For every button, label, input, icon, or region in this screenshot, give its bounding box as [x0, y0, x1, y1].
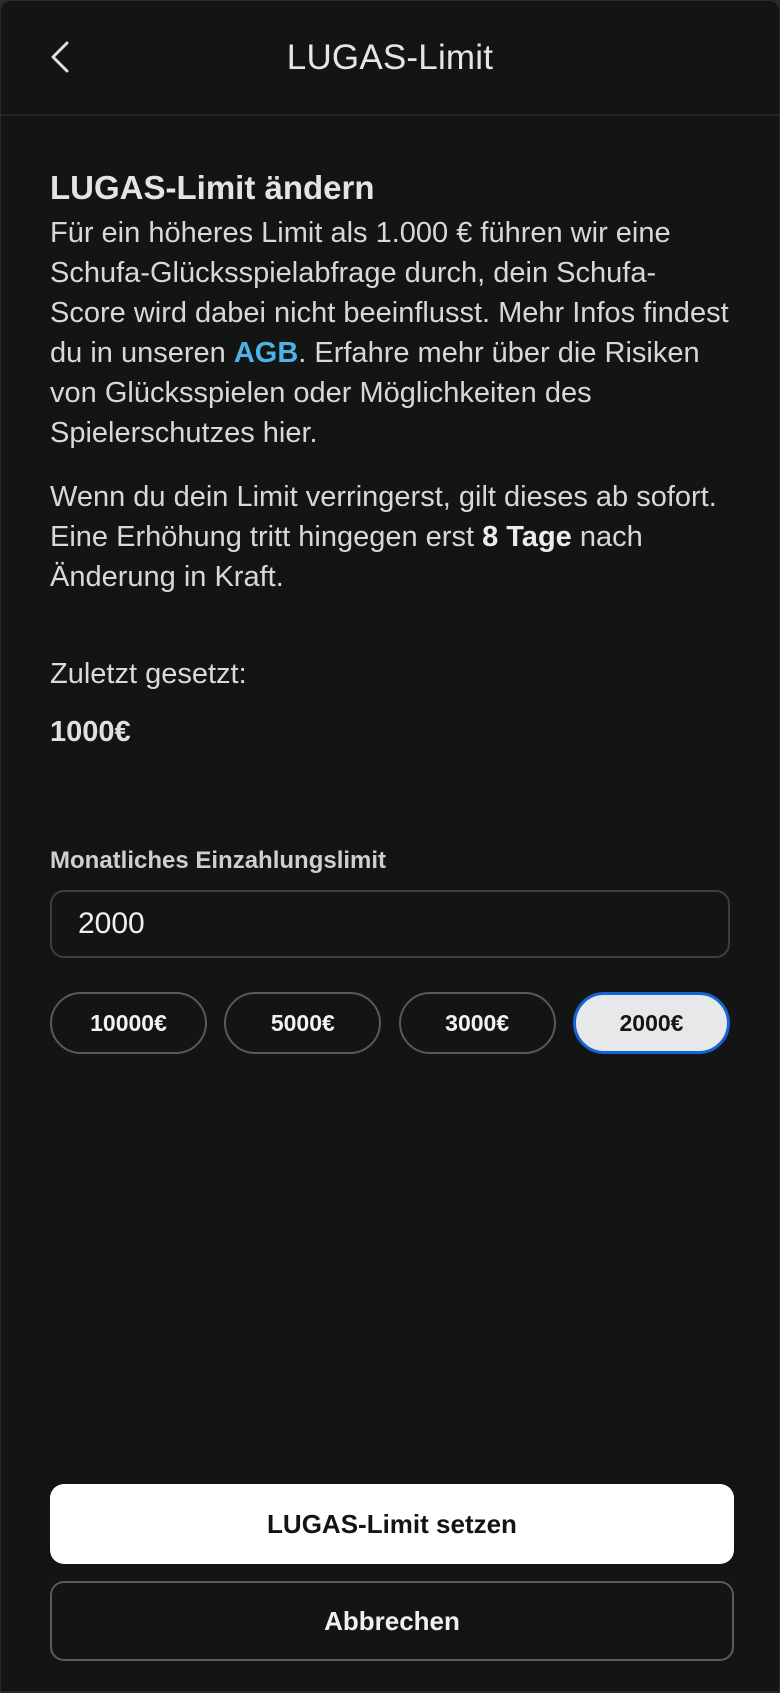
limit-option-5000[interactable]: 5000€	[224, 992, 382, 1054]
last-set-value: 1000€	[50, 716, 131, 748]
limit-option-10000[interactable]: 10000€	[50, 992, 207, 1054]
chevron-left-icon	[51, 41, 69, 73]
content: LUGAS-Limit ändern Für ein höheres Limit…	[1, 168, 779, 1054]
info-bold-text: 8 Tage	[482, 521, 572, 553]
page-title: LUGAS-Limit	[286, 37, 494, 77]
agb-link[interactable]: AGB	[234, 337, 298, 369]
limit-option-3000[interactable]: 3000€	[398, 992, 556, 1054]
header: LUGAS-Limit	[1, 1, 779, 116]
limit-option-2000[interactable]: 2000€	[572, 992, 730, 1054]
lugas-limit-screen: LUGAS-Limit LUGAS-Limit ändern Für ein h…	[1, 1, 779, 1691]
set-limit-button[interactable]: LUGAS-Limit setzen	[50, 1484, 734, 1564]
deposit-limit-field[interactable]	[50, 890, 730, 958]
limit-options: 10000€ 5000€ 3000€ 2000€	[50, 992, 730, 1054]
info-paragraph-2: Wenn du dein Limit verringerst, gilt die…	[50, 477, 730, 597]
back-button[interactable]	[37, 35, 81, 79]
last-set-label: Zuletzt gesetzt:	[50, 658, 247, 690]
deposit-limit-input[interactable]	[76, 906, 728, 942]
cancel-button[interactable]: Abbrechen	[50, 1581, 734, 1661]
deposit-limit-label: Monatliches Einzahlungslimit	[50, 847, 387, 874]
info-paragraph-1: Für ein höheres Limit als 1.000 € führen…	[50, 213, 730, 453]
section-heading: LUGAS-Limit ändern	[50, 169, 375, 206]
